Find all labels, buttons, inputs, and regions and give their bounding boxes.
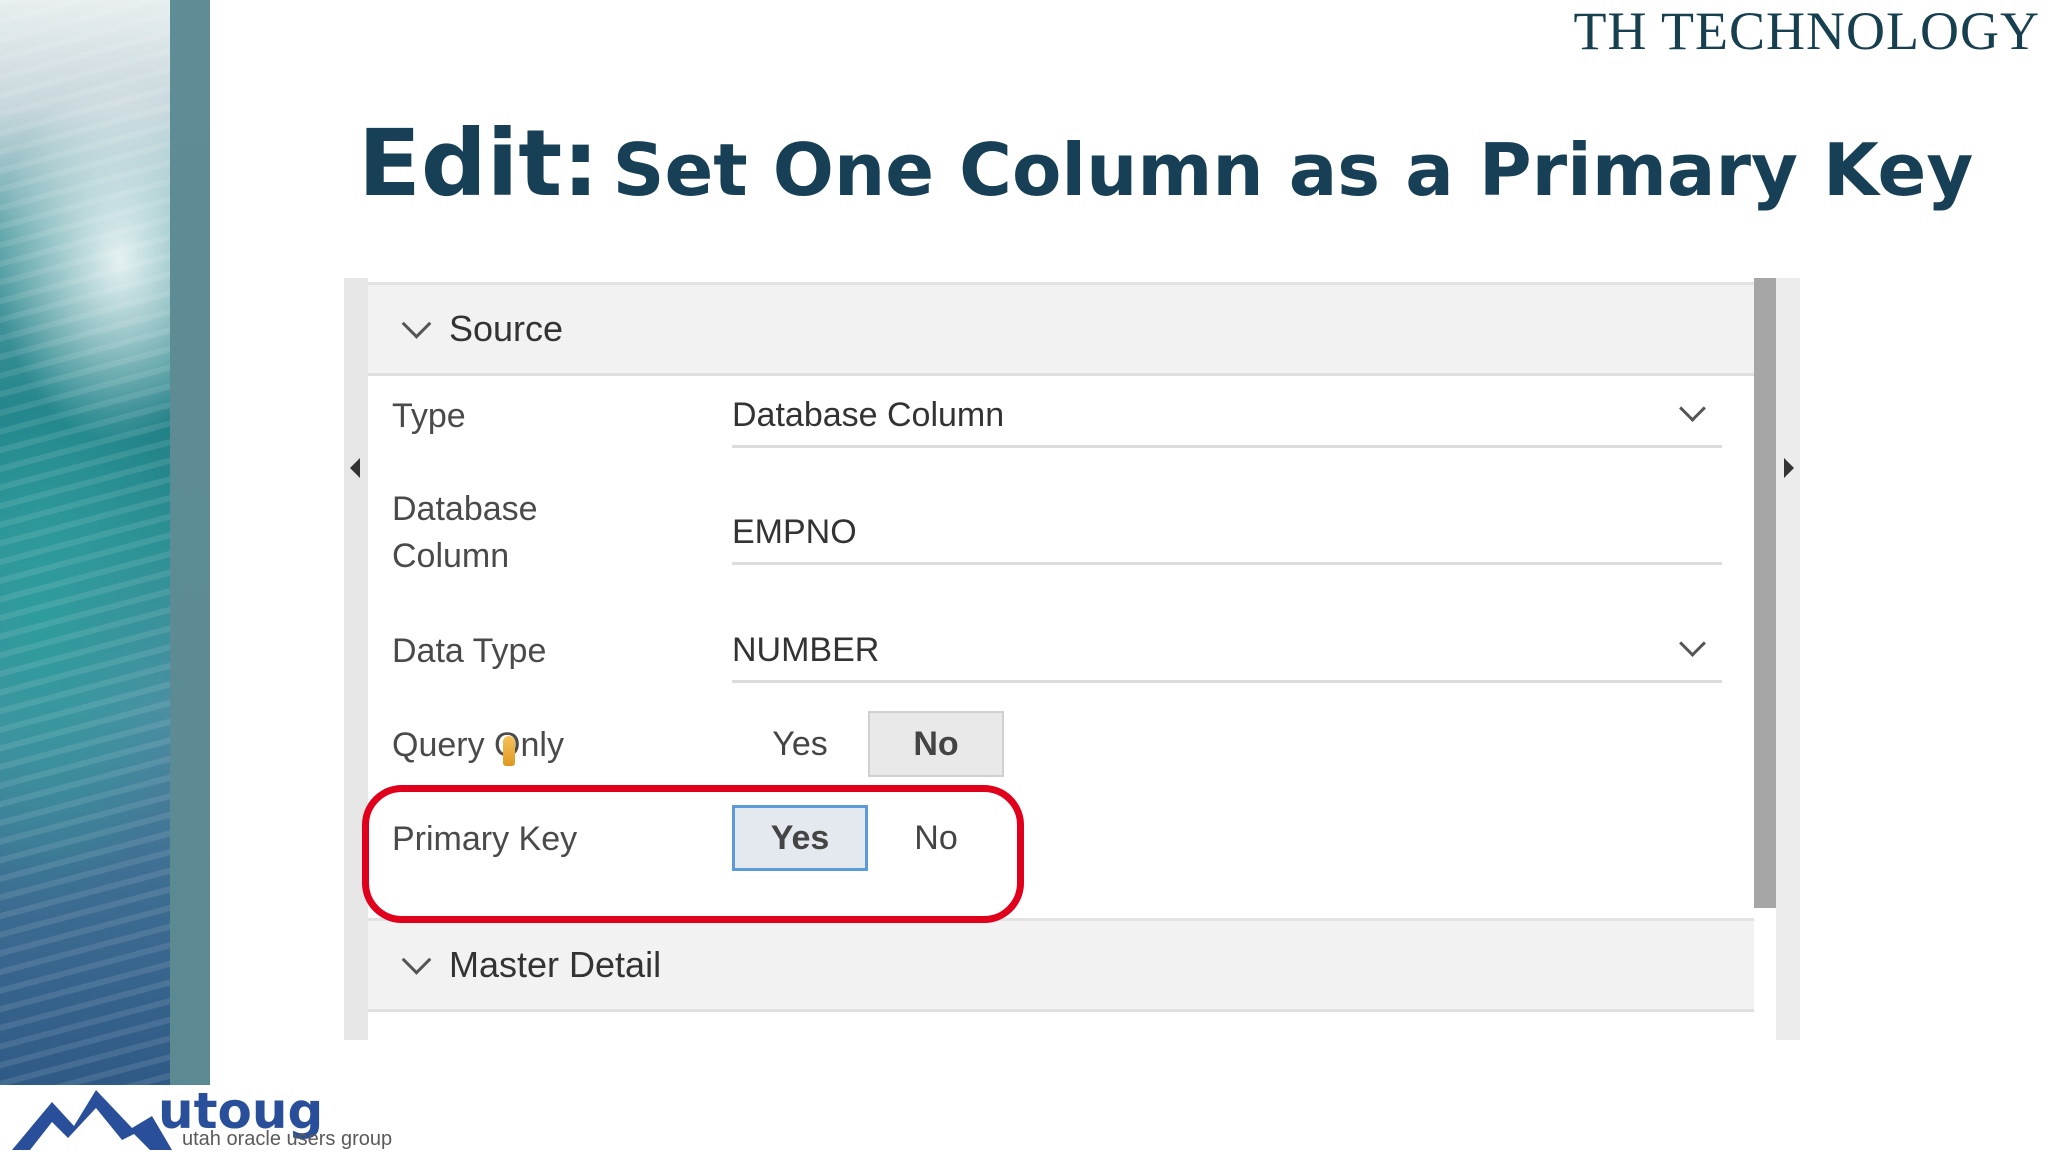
panel-left-rail[interactable] xyxy=(344,278,368,1040)
type-value: Database Column xyxy=(732,395,1005,434)
slide-title: Edit: Set One Column as a Primary Key xyxy=(358,110,1973,217)
section-label-source: Source xyxy=(449,308,564,349)
decorative-band xyxy=(170,0,210,1085)
database-column-label-line2: Column xyxy=(392,537,510,575)
cursor-icon xyxy=(503,736,515,766)
query-only-yes-button[interactable]: Yes xyxy=(732,711,868,777)
chevron-down-icon xyxy=(1679,395,1706,422)
database-column-input[interactable]: EMPNO xyxy=(732,502,1722,565)
data-type-label: Data Type xyxy=(392,632,547,670)
collapse-right-icon[interactable] xyxy=(1784,458,1794,478)
section-header-master-detail[interactable]: Master Detail xyxy=(368,918,1754,1012)
collapse-left-icon[interactable] xyxy=(350,458,360,478)
type-select[interactable]: Database Column xyxy=(732,385,1722,448)
query-only-label: Query Only xyxy=(392,726,564,764)
type-label: Type xyxy=(392,397,466,435)
properties-panel: Source Type Database Column Database Col… xyxy=(344,278,1800,1040)
query-only-no-button[interactable]: No xyxy=(868,711,1004,777)
section-label-master-detail: Master Detail xyxy=(449,944,662,985)
database-column-label-line1: Database xyxy=(392,490,538,528)
highlight-ring xyxy=(362,785,1024,923)
data-type-value: NUMBER xyxy=(732,630,880,669)
wave-image xyxy=(0,0,170,1085)
slide-title-rest: Set One Column as a Primary Key xyxy=(612,128,1974,212)
section-header-source[interactable]: Source xyxy=(368,282,1754,376)
data-type-select[interactable]: NUMBER xyxy=(732,620,1722,683)
slide-title-lead: Edit: xyxy=(358,110,600,217)
database-column-value: EMPNO xyxy=(732,512,857,551)
query-only-toggle[interactable]: Yes No xyxy=(732,711,1004,777)
logo-subtitle: utah oracle users group xyxy=(182,1128,393,1150)
chevron-down-icon xyxy=(401,308,432,339)
chevron-down-icon xyxy=(1679,630,1706,657)
brand-name: TH TECHNOLOGY xyxy=(1573,1,2040,61)
scrollbar-thumb[interactable] xyxy=(1754,278,1776,908)
chevron-down-icon xyxy=(401,944,432,975)
panel-right-rail[interactable] xyxy=(1776,278,1800,1040)
